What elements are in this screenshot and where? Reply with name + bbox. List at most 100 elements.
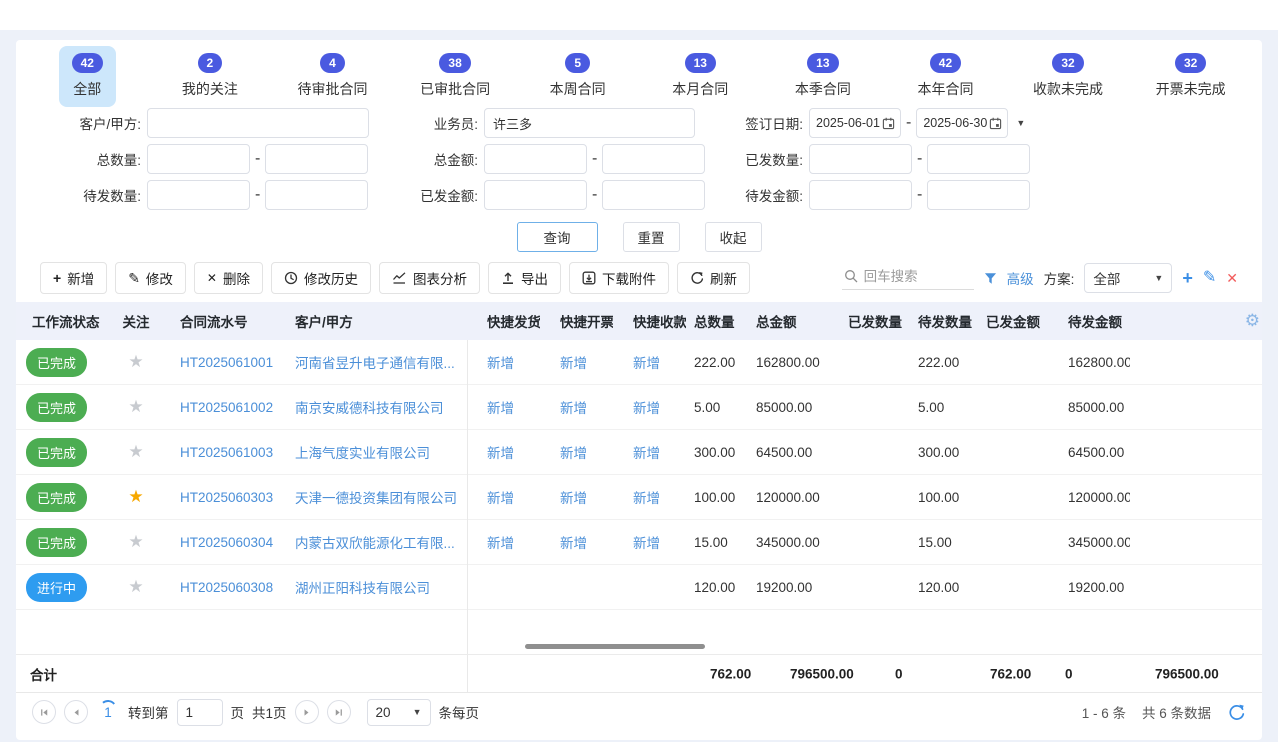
quick-ship-add-link[interactable]: 新增 xyxy=(487,536,514,551)
quick-collect-add-link[interactable]: 新增 xyxy=(633,446,660,461)
reload-icon[interactable] xyxy=(1227,703,1246,722)
tab-item[interactable]: 32 开票未完成 xyxy=(1129,46,1252,98)
filter-funnel-icon[interactable] xyxy=(984,272,997,285)
pending-qty-max-input[interactable] xyxy=(265,180,368,210)
total-amount-min-input[interactable] xyxy=(484,144,587,174)
tab-item[interactable]: 2 我的关注 xyxy=(149,46,272,98)
tab-item[interactable]: 4 待审批合同 xyxy=(271,46,394,98)
tab-inner[interactable]: 32 开票未完成 xyxy=(1143,46,1239,107)
tab-item[interactable]: 13 本季合同 xyxy=(762,46,885,98)
horizontal-scrollbar-thumb[interactable] xyxy=(525,644,705,649)
tab-item[interactable]: 38 已审批合同 xyxy=(394,46,517,98)
advanced-link[interactable]: 高级 xyxy=(1007,268,1034,288)
total-amount-max-input[interactable] xyxy=(602,144,705,174)
sign-date-from[interactable]: 2025-06-01 xyxy=(809,108,901,138)
tab-inner[interactable]: 5 本周合同 xyxy=(537,46,619,107)
customer-link[interactable]: 南京安威德科技有限公司 xyxy=(295,401,444,416)
page-size-select[interactable]: 20 ▼ xyxy=(367,699,431,726)
quick-invoice-add-link[interactable]: 新增 xyxy=(560,356,587,371)
star-icon[interactable]: ★ xyxy=(128,532,143,551)
quick-invoice-add-link[interactable]: 新增 xyxy=(560,446,587,461)
download-attachment-button[interactable]: 下载附件 xyxy=(569,262,669,294)
quick-invoice-add-link[interactable]: 新增 xyxy=(560,401,587,416)
table-row[interactable]: 进行中 ★ HT2025060308 湖州正阳科技有限公司 新增 xyxy=(16,565,1262,610)
table-row[interactable]: 已完成 ★ HT2025061002 南京安威德科技有限公司 新增 xyxy=(16,385,1262,430)
goto-page-input[interactable] xyxy=(177,699,223,726)
modify-button[interactable]: ✎ 修改 xyxy=(115,262,186,294)
customer-link[interactable]: 内蒙古双欣能源化工有限... xyxy=(295,536,455,551)
tab-inner[interactable]: 38 已审批合同 xyxy=(407,46,503,107)
star-icon[interactable]: ★ xyxy=(128,487,143,506)
shipped-qty-min-input[interactable] xyxy=(809,144,912,174)
customer-link[interactable]: 河南省昱升电子通信有限... xyxy=(295,356,455,371)
quick-ship-add-link[interactable]: 新增 xyxy=(487,446,514,461)
pending-amount-max-input[interactable] xyxy=(927,180,1030,210)
quick-collect-add-link[interactable]: 新增 xyxy=(633,536,660,551)
scheme-edit-icon[interactable]: ✎ xyxy=(1203,270,1216,286)
table-row[interactable]: 已完成 ★ HT2025061001 河南省昱升电子通信有限... 新增 xyxy=(16,340,1262,385)
quick-invoice-add-link[interactable]: 新增 xyxy=(560,536,587,551)
contract-serial-link[interactable]: HT2025060303 xyxy=(180,490,273,505)
tab-item[interactable]: 5 本周合同 xyxy=(516,46,639,98)
scheme-select[interactable]: 全部 ▼ xyxy=(1084,263,1172,293)
current-page-indicator[interactable]: 1 xyxy=(96,700,120,724)
star-icon[interactable]: ★ xyxy=(128,442,143,461)
last-page-button[interactable] xyxy=(327,700,351,724)
tab-inner[interactable]: 2 我的关注 xyxy=(169,46,251,107)
delete-button[interactable]: ✕ 删除 xyxy=(194,262,263,294)
contract-serial-link[interactable]: HT2025061001 xyxy=(180,355,273,370)
tab-item[interactable]: 42 全部 xyxy=(26,46,149,98)
column-settings-gear-icon[interactable]: ⚙ xyxy=(1245,311,1260,331)
next-page-button[interactable] xyxy=(295,700,319,724)
table-row[interactable]: 已完成 ★ HT2025060304 内蒙古双欣能源化工有限... 新增 xyxy=(16,520,1262,565)
chart-analysis-button[interactable]: 图表分析 xyxy=(379,262,480,294)
prev-page-button[interactable] xyxy=(64,700,88,724)
shipped-amount-max-input[interactable] xyxy=(602,180,705,210)
total-qty-max-input[interactable] xyxy=(265,144,368,174)
scheme-delete-icon[interactable]: ✕ xyxy=(1226,271,1238,285)
quick-collect-add-link[interactable]: 新增 xyxy=(633,401,660,416)
quick-invoice-add-link[interactable]: 新增 xyxy=(560,491,587,506)
table-row[interactable]: 已完成 ★ HT2025060303 天津一德投资集团有限公司 新增 xyxy=(16,475,1262,520)
customer-input[interactable] xyxy=(147,108,369,138)
salesman-input[interactable] xyxy=(484,108,695,138)
total-qty-min-input[interactable] xyxy=(147,144,250,174)
star-icon[interactable]: ★ xyxy=(128,577,143,596)
tab-inner[interactable]: 42 全部 xyxy=(59,46,116,107)
query-button[interactable]: 查询 xyxy=(517,222,598,252)
quick-ship-add-link[interactable]: 新增 xyxy=(487,401,514,416)
customer-link[interactable]: 上海气度实业有限公司 xyxy=(295,446,430,461)
pending-amount-min-input[interactable] xyxy=(809,180,912,210)
pending-qty-min-input[interactable] xyxy=(147,180,250,210)
contract-serial-link[interactable]: HT2025061003 xyxy=(180,445,273,460)
date-preset-caret-icon[interactable]: ▼ xyxy=(1016,118,1025,128)
customer-link[interactable]: 湖州正阳科技有限公司 xyxy=(295,581,430,596)
scheme-add-icon[interactable]: + xyxy=(1182,269,1193,287)
quick-collect-add-link[interactable]: 新增 xyxy=(633,356,660,371)
collapse-button[interactable]: 收起 xyxy=(705,222,762,252)
export-button[interactable]: 导出 xyxy=(488,262,561,294)
first-page-button[interactable] xyxy=(32,700,56,724)
reset-button[interactable]: 重置 xyxy=(623,222,680,252)
quick-ship-add-link[interactable]: 新增 xyxy=(487,491,514,506)
tab-inner[interactable]: 32 收款未完成 xyxy=(1020,46,1116,107)
shipped-qty-max-input[interactable] xyxy=(927,144,1030,174)
tab-item[interactable]: 13 本月合同 xyxy=(639,46,762,98)
tab-inner[interactable]: 13 本季合同 xyxy=(782,46,864,107)
add-button[interactable]: + 新增 xyxy=(40,262,107,294)
search-box[interactable] xyxy=(842,267,974,290)
refresh-button[interactable]: 刷新 xyxy=(677,262,750,294)
tab-inner[interactable]: 13 本月合同 xyxy=(659,46,741,107)
star-icon[interactable]: ★ xyxy=(128,397,143,416)
tab-inner[interactable]: 4 待审批合同 xyxy=(284,46,380,107)
table-row[interactable]: 已完成 ★ HT2025061003 上海气度实业有限公司 新增 xyxy=(16,430,1262,475)
tab-item[interactable]: 42 本年合同 xyxy=(884,46,1007,98)
history-button[interactable]: 修改历史 xyxy=(271,262,371,294)
contract-serial-link[interactable]: HT2025061002 xyxy=(180,400,273,415)
contract-serial-link[interactable]: HT2025060304 xyxy=(180,535,273,550)
tab-inner[interactable]: 42 本年合同 xyxy=(904,46,986,107)
search-input[interactable] xyxy=(864,269,966,284)
quick-collect-add-link[interactable]: 新增 xyxy=(633,491,660,506)
shipped-amount-min-input[interactable] xyxy=(484,180,587,210)
quick-ship-add-link[interactable]: 新增 xyxy=(487,356,514,371)
